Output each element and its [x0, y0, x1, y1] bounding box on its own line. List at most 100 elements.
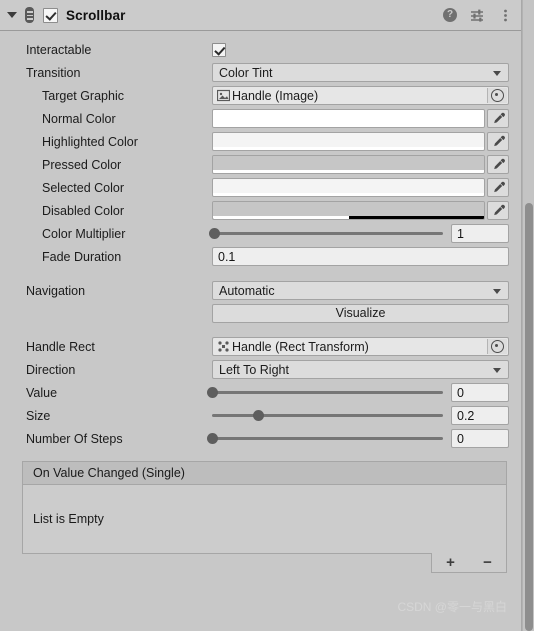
- pressed-color-swatch[interactable]: [212, 155, 485, 174]
- size-number[interactable]: 0.2: [451, 406, 509, 425]
- watermark: CSDN @零一与黑白: [397, 600, 507, 614]
- row-pressed-color: Pressed Color: [0, 153, 521, 176]
- eyedropper-icon[interactable]: [487, 109, 509, 128]
- label-value: Value: [26, 385, 58, 400]
- row-disabled-color: Disabled Color: [0, 199, 521, 222]
- help-icon[interactable]: ?: [443, 8, 457, 22]
- target-graphic-value: Handle (Image): [232, 88, 319, 103]
- label-highlighted-color: Highlighted Color: [42, 134, 138, 149]
- eyedropper-icon[interactable]: [487, 201, 509, 220]
- field-number-of-steps: 0: [206, 429, 509, 448]
- label-selected-color: Selected Color: [42, 180, 124, 195]
- row-fade-duration: Fade Duration 0.1: [0, 245, 521, 268]
- color-multiplier-slider[interactable]: [208, 224, 451, 243]
- normal-color-field[interactable]: [212, 109, 509, 128]
- field-direction: Left To Right: [212, 360, 509, 379]
- label-direction: Direction: [26, 362, 76, 377]
- field-transition: Color Tint: [212, 63, 509, 82]
- field-fade-duration: 0.1: [212, 247, 509, 266]
- row-number-of-steps: Number Of Steps 0: [0, 427, 521, 450]
- field-navigation: Automatic: [212, 281, 509, 300]
- visualize-button[interactable]: Visualize: [212, 303, 509, 323]
- number-of-steps-slider[interactable]: [206, 429, 451, 448]
- list-footer-buttons: + −: [431, 553, 507, 573]
- handle-rect-object-field[interactable]: Handle (Rect Transform): [212, 337, 509, 356]
- eyedropper-icon[interactable]: [487, 132, 509, 151]
- label-fade-duration: Fade Duration: [42, 249, 122, 264]
- row-highlighted-color: Highlighted Color: [0, 130, 521, 153]
- value-slider[interactable]: [206, 383, 451, 402]
- disabled-color-swatch[interactable]: [212, 201, 485, 220]
- selected-color-swatch[interactable]: [212, 178, 485, 197]
- inspector-scrollbar[interactable]: [522, 0, 534, 631]
- row-normal-color: Normal Color: [0, 107, 521, 130]
- label-target-graphic: Target Graphic: [42, 88, 124, 103]
- number-of-steps-number[interactable]: 0: [451, 429, 509, 448]
- row-visualize: Visualize: [0, 302, 521, 324]
- label-interactable: Interactable: [26, 42, 92, 57]
- selected-color-field[interactable]: [212, 178, 509, 197]
- fade-duration-input[interactable]: 0.1: [212, 247, 509, 266]
- row-target-graphic: Target Graphic Handle (Image): [0, 84, 521, 107]
- field-selected-color: [212, 178, 509, 197]
- highlighted-color-field[interactable]: [212, 132, 509, 151]
- field-value: 0: [206, 383, 509, 402]
- disabled-color-field[interactable]: [212, 201, 509, 220]
- on-value-changed-list: On Value Changed (Single) List is Empty …: [22, 461, 507, 573]
- label-handle-rect: Handle Rect: [26, 339, 95, 354]
- normal-color-swatch[interactable]: [212, 109, 485, 128]
- object-picker-icon[interactable]: [487, 339, 507, 354]
- field-handle-rect: Handle (Rect Transform): [212, 337, 509, 356]
- component-title: Scrollbar: [66, 7, 126, 23]
- component-enabled-checkbox[interactable]: [43, 7, 58, 23]
- field-disabled-color: [212, 201, 509, 220]
- scrollbar-thumb[interactable]: [525, 203, 533, 631]
- highlighted-color-swatch[interactable]: [212, 132, 485, 151]
- row-direction: Direction Left To Right: [0, 358, 521, 381]
- field-color-multiplier: 1: [208, 224, 509, 243]
- on-value-changed-title: On Value Changed (Single): [23, 462, 506, 485]
- field-highlighted-color: [212, 132, 509, 151]
- label-normal-color: Normal Color: [42, 111, 116, 126]
- target-graphic-object-field[interactable]: Handle (Image): [212, 86, 509, 105]
- label-pressed-color: Pressed Color: [42, 157, 122, 172]
- label-disabled-color: Disabled Color: [42, 203, 124, 218]
- inspector-panel: Scrollbar ? Interactable Transition Colo…: [0, 0, 522, 631]
- row-transition: Transition Color Tint: [0, 61, 521, 84]
- value-number[interactable]: 0: [451, 383, 509, 402]
- label-number-of-steps: Number Of Steps: [26, 431, 123, 446]
- add-listener-button[interactable]: +: [446, 555, 455, 570]
- field-interactable: [212, 42, 509, 57]
- transition-dropdown[interactable]: Color Tint: [212, 63, 509, 82]
- component-header[interactable]: Scrollbar ?: [0, 0, 521, 31]
- row-selected-color: Selected Color: [0, 176, 521, 199]
- eyedropper-icon[interactable]: [487, 178, 509, 197]
- script-icon: [23, 7, 36, 23]
- navigation-dropdown[interactable]: Automatic: [212, 281, 509, 300]
- row-handle-rect: Handle Rect Handle (Rect Transform): [0, 335, 521, 358]
- color-multiplier-value[interactable]: 1: [451, 224, 509, 243]
- row-color-multiplier: Color Multiplier 1: [0, 222, 521, 245]
- interactable-checkbox[interactable]: [212, 42, 226, 57]
- remove-listener-button[interactable]: −: [483, 555, 492, 570]
- preset-icon[interactable]: [470, 8, 485, 23]
- eyedropper-icon[interactable]: [487, 155, 509, 174]
- kebab-menu-icon[interactable]: [498, 8, 513, 23]
- list-empty-text: List is Empty: [33, 512, 104, 526]
- row-navigation: Navigation Automatic: [0, 279, 521, 302]
- pressed-color-field[interactable]: [212, 155, 509, 174]
- foldout-arrow-icon[interactable]: [5, 8, 19, 22]
- direction-dropdown[interactable]: Left To Right: [212, 360, 509, 379]
- rect-transform-icon: [217, 340, 230, 353]
- field-size: 0.2: [212, 406, 509, 425]
- chevron-down-icon: [493, 367, 501, 373]
- field-target-graphic: Handle (Image): [212, 86, 509, 105]
- field-normal-color: [212, 109, 509, 128]
- header-icon-group: ?: [443, 0, 513, 30]
- field-pressed-color: [212, 155, 509, 174]
- on-value-changed-body: List is Empty: [23, 485, 506, 553]
- row-interactable: Interactable: [0, 38, 521, 61]
- navigation-value: Automatic: [219, 283, 275, 298]
- size-slider[interactable]: [212, 406, 451, 425]
- object-picker-icon[interactable]: [487, 88, 507, 103]
